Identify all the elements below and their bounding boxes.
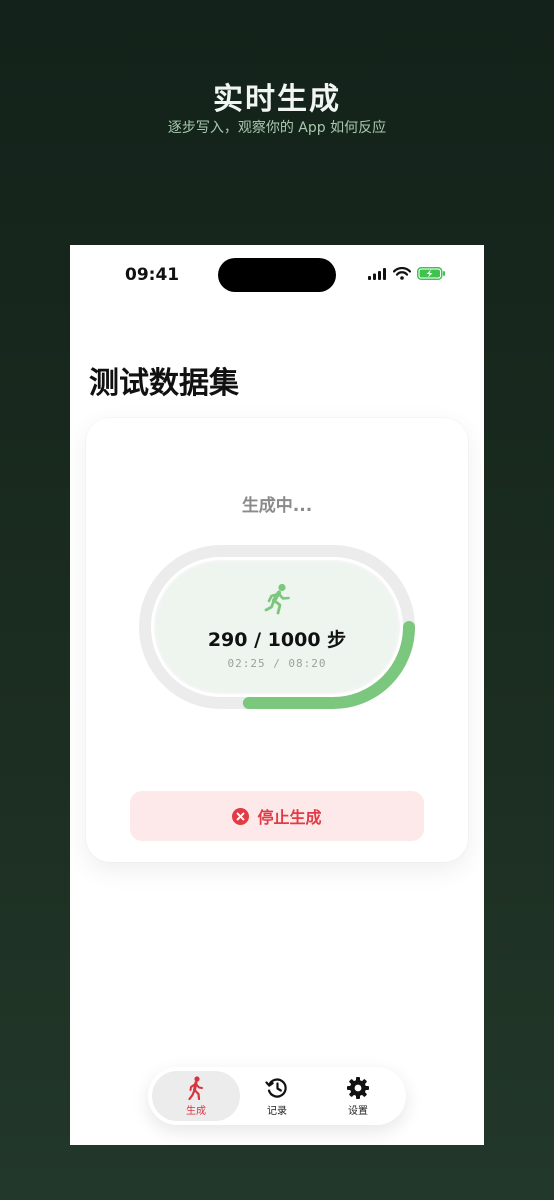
tab-settings-label: 设置 <box>348 1105 368 1117</box>
page-title: 测试数据集 <box>89 366 239 401</box>
tab-generate-label: 生成 <box>186 1105 206 1117</box>
progress-card: 生成中... 290 / 1000 步 02:25 / 08:20 停止生成 <box>86 418 468 862</box>
tab-settings[interactable]: 设置 <box>314 1071 402 1121</box>
tab-history[interactable]: 记录 <box>233 1071 321 1121</box>
generation-status: 生成中... <box>241 496 313 516</box>
stop-generation-button[interactable]: 停止生成 <box>130 791 424 841</box>
status-icons <box>368 267 446 280</box>
phone-screen: 09:41 测试数据集 生成中... 290 / 1000 步 02:25 / … <box>70 245 484 1145</box>
tab-bar: 生成 记录 设置 <box>148 1067 406 1125</box>
progress-time: 02:25 / 08:20 <box>227 657 327 670</box>
tab-history-label: 记录 <box>267 1105 287 1117</box>
walking-person-icon <box>188 1075 203 1100</box>
wifi-icon <box>393 267 411 280</box>
running-person-icon <box>264 583 290 615</box>
gear-icon <box>347 1076 369 1099</box>
dynamic-island <box>218 258 336 292</box>
history-icon <box>265 1077 287 1098</box>
stop-generation-label: 停止生成 <box>257 808 322 827</box>
battery-charging-icon <box>417 267 445 280</box>
progress-steps: 290 / 1000 步 <box>207 629 347 651</box>
signal-icon <box>368 267 386 280</box>
hero-title: 实时生成 <box>213 82 341 117</box>
tab-generate[interactable]: 生成 <box>152 1071 240 1121</box>
hero-subtitle: 逐步写入，观察你的 App 如何反应 <box>167 120 387 136</box>
close-circle-icon <box>232 807 250 825</box>
status-time: 09:41 <box>125 265 180 285</box>
